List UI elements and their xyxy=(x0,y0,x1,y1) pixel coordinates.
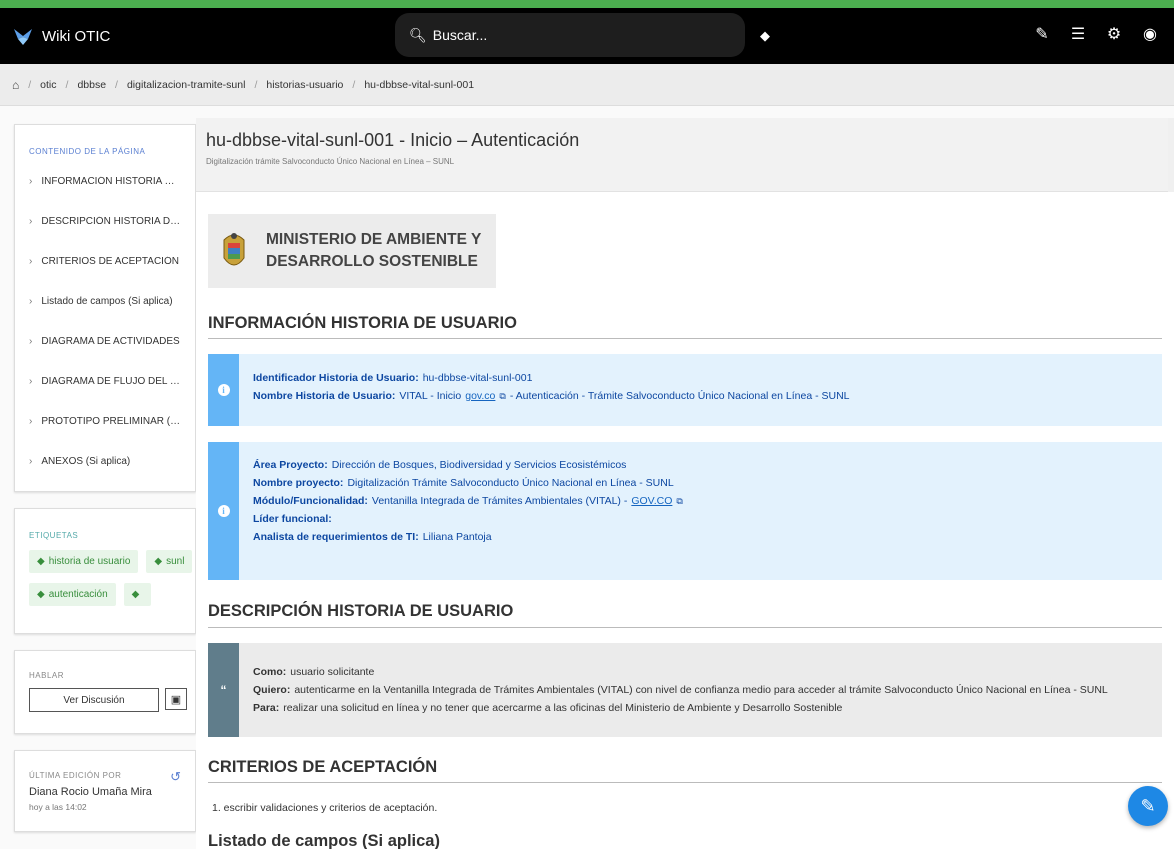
home-icon[interactable]: ⌂ xyxy=(12,78,19,92)
info-callout-identifier: i Identificador Historia de Usuario: hu-d… xyxy=(208,354,1162,426)
tag-chip[interactable]: ◆ historia de usuario xyxy=(29,550,139,573)
toc-item[interactable]: › DIAGRAMA DE ACTIVIDADES xyxy=(29,321,195,361)
last-edit-time: hoy a las 14:02 xyxy=(29,802,87,812)
new-page-icon[interactable]: ☰ xyxy=(1068,24,1088,44)
toc-item[interactable]: › ANEXOS (Si aplica) xyxy=(29,441,195,481)
external-link-icon: ⧉ xyxy=(499,390,506,401)
account-icon[interactable]: ◉ xyxy=(1140,24,1160,44)
breadcrumb: ⌂ / otic / dbbse / digitalizacion-tramit… xyxy=(0,64,1174,106)
tag-icon: ◆ xyxy=(131,589,140,600)
govco-link[interactable]: GOV.CO xyxy=(631,495,672,507)
top-actions: ✎ ☰ ⚙ ◉ xyxy=(1032,24,1160,44)
chevron-right-icon: › xyxy=(29,295,33,307)
section-heading-description: DESCRIPCIÓN HISTORIA DE USUARIO xyxy=(208,602,514,620)
search-input[interactable]: 🔍︎ Buscar... xyxy=(395,13,745,57)
breadcrumb-item[interactable]: dbbse xyxy=(77,79,106,91)
section-heading-info: INFORMACIÓN HISTORIA DE USUARIO xyxy=(208,314,517,332)
last-editor-name[interactable]: Diana Rocio Umaña Mira xyxy=(29,786,181,798)
last-edit-card: ÚLTIMA EDICIÓN POR ↺ Diana Rocio Umaña M… xyxy=(14,750,196,832)
top-accent-strip xyxy=(0,0,1174,8)
info-icon: i xyxy=(217,384,230,396)
search-icon: 🔍︎ xyxy=(409,26,427,43)
last-edit-heading: ÚLTIMA EDICIÓN POR xyxy=(29,771,122,780)
story-id: hu-dbbse-vital-sunl-001 xyxy=(422,372,533,384)
tag-chip[interactable]: ◆ autenticación xyxy=(29,583,116,606)
chevron-right-icon: › xyxy=(29,375,33,387)
breadcrumb-item[interactable]: digitalizacion-tramite-sunl xyxy=(127,79,245,91)
comment-icon-button[interactable]: ▣ xyxy=(165,688,187,710)
breadcrumb-item[interactable]: otic xyxy=(40,79,56,91)
section-heading-criteria: CRITERIOS DE ACEPTACIÓN xyxy=(208,758,438,776)
ministry-logo-block: MINISTERIO DE AMBIENTE Y DESARROLLO SOST… xyxy=(208,214,496,288)
tags-card: ETIQUETAS ◆ historia de usuario ◆ sunl ◆ au… xyxy=(14,508,196,634)
discussion-card: HABLAR Ver Discusión ▣ xyxy=(14,650,196,734)
page-content: MINISTERIO DE AMBIENTE Y DESARROLLO SOST… xyxy=(196,192,1174,849)
toc-item[interactable]: ›DESCRIPCIÓN HISTORIA DE USUAR... xyxy=(29,201,195,241)
page-header: hu-dbbse-vital-sunl-001 - Inicio – Auten… xyxy=(196,118,1174,192)
criteria-list-item: 1. escribir validaciones y criterios de … xyxy=(212,802,438,814)
info-callout-project: i Área Proyecto: Dirección de Bosques, Bi… xyxy=(208,442,1162,580)
chevron-right-icon: › xyxy=(29,255,33,267)
external-link-icon: ⧉ xyxy=(676,495,683,506)
divider xyxy=(208,338,1162,339)
view-discussion-button[interactable]: Ver Discusión xyxy=(29,688,159,712)
chevron-right-icon: › xyxy=(29,415,33,427)
breadcrumb-item-current[interactable]: hu-dbbse-vital-sunl-001 xyxy=(364,79,474,91)
toc-item[interactable]: ›PROTOTIPO PRELIMINAR (Si aplica) xyxy=(29,401,195,441)
search-placeholder: Buscar... xyxy=(432,27,488,43)
quote-icon: “ xyxy=(220,683,227,697)
govco-link[interactable]: gov.co xyxy=(465,390,495,402)
chevron-right-icon: › xyxy=(29,455,33,467)
ministry-name-line2: DESARROLLO SOSTENIBLE xyxy=(266,253,478,270)
tags-heading: ETIQUETAS xyxy=(29,531,79,540)
toc-card: CONTENIDO DE LA PÁGINA › INFORMACIÓN HIST… xyxy=(14,124,196,492)
gear-icon[interactable]: ⚙ xyxy=(1104,24,1124,44)
breadcrumb-item[interactable]: historias-usuario xyxy=(266,79,343,91)
tags-browse-icon[interactable]: ◆ xyxy=(760,28,770,44)
toc-item[interactable]: ›DIAGRAMA DE FLUJO DEL PROCES... xyxy=(29,361,195,401)
tag-icon: ◆ xyxy=(154,556,163,567)
app-bar: Wiki OTIC 🔍︎ Buscar... ◆ ✎ ☰ ⚙ ◉ xyxy=(0,8,1174,64)
info-icon: i xyxy=(217,505,230,517)
edit-fab-button[interactable]: ✎ xyxy=(1128,786,1168,826)
toc-heading: CONTENIDO DE LA PÁGINA xyxy=(29,147,146,156)
edit-page-icon[interactable]: ✎ xyxy=(1032,24,1052,44)
chevron-right-icon: › xyxy=(29,215,33,227)
quote-callout-user-story: “ Como: usuario solicitante Quiero: autent… xyxy=(208,643,1162,737)
tag-chip[interactable]: ◆ sunl xyxy=(146,550,193,573)
toc-item[interactable]: ›INFORMACIÓN HISTORIA DE USUA... xyxy=(29,161,195,201)
tag-icon: ◆ xyxy=(37,589,45,600)
page-subtitle: Digitalización trámite Salvoconducto Úni… xyxy=(206,157,455,166)
coat-of-arms-icon xyxy=(223,233,245,266)
comment-icon: ▣ xyxy=(170,693,182,706)
history-icon[interactable]: ↺ xyxy=(170,769,181,785)
tag-chip-empty[interactable]: ◆ xyxy=(123,583,152,606)
pencil-icon: ✎ xyxy=(1140,795,1156,816)
divider xyxy=(208,782,1162,783)
section-heading-fields: Listado de campos (Si aplica) xyxy=(208,832,440,849)
toc-item[interactable]: › Listado de campos (Si aplica) xyxy=(29,281,195,321)
app-title[interactable]: Wiki OTIC xyxy=(42,28,110,45)
tag-icon: ◆ xyxy=(37,556,45,567)
divider xyxy=(208,627,1162,628)
chevron-right-icon: › xyxy=(29,335,33,347)
chevron-right-icon: › xyxy=(29,175,33,187)
ministry-name-line1: MINISTERIO DE AMBIENTE Y xyxy=(266,231,482,248)
discussion-heading: HABLAR xyxy=(29,671,65,680)
wiki-logo-icon[interactable] xyxy=(12,25,34,47)
toc-item[interactable]: › CRITERIOS DE ACEPTACIÓN xyxy=(29,241,195,281)
page-title: hu-dbbse-vital-sunl-001 - Inicio – Auten… xyxy=(206,130,580,150)
